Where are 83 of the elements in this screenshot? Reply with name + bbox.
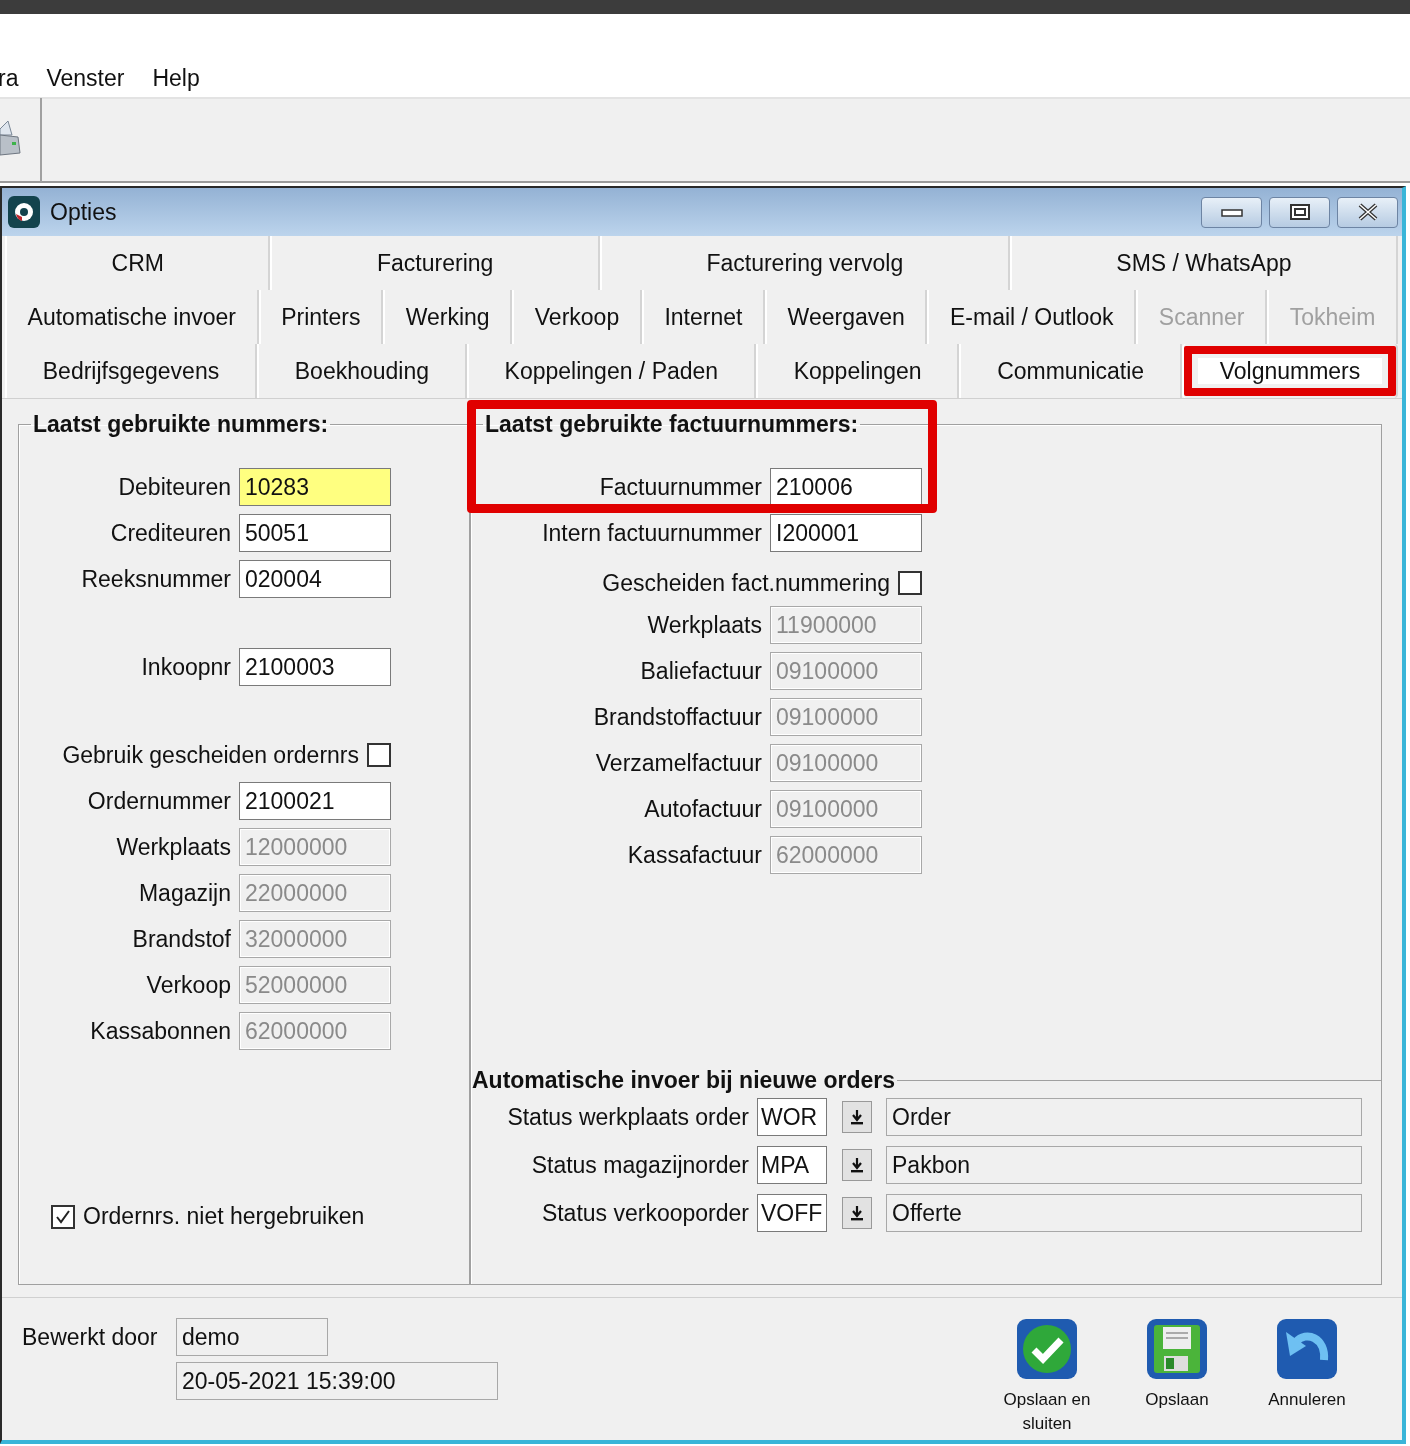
field-label: Status werkplaats order bbox=[506, 1103, 749, 1131]
toolbar-button[interactable]: Annuleren bbox=[1252, 1318, 1362, 1412]
lookup-button[interactable] bbox=[842, 1149, 872, 1181]
menu-item[interactable]: Venster bbox=[46, 63, 125, 93]
tab[interactable]: Werking bbox=[383, 290, 513, 344]
minimize-icon bbox=[1219, 206, 1244, 218]
group-title: Automatische invoer bij nieuwe orders bbox=[471, 1067, 897, 1094]
checkbox[interactable] bbox=[367, 743, 391, 767]
tab[interactable]: Volgnummers bbox=[1181, 344, 1399, 398]
menu-item[interactable]: Help bbox=[152, 63, 200, 93]
tab[interactable]: E-mail / Outlook bbox=[927, 290, 1137, 344]
text-field[interactable]: I200001 bbox=[770, 514, 922, 552]
field-label: Kassabonnen bbox=[90, 1017, 231, 1045]
code-field[interactable]: WOR bbox=[757, 1098, 827, 1136]
checkmark-icon bbox=[1016, 1318, 1078, 1380]
text-field[interactable]: 210006 bbox=[770, 468, 922, 506]
tab[interactable]: SMS / WhatsApp bbox=[1009, 236, 1398, 290]
text-field[interactable]: 2100021 bbox=[239, 782, 391, 820]
arrow-down-icon bbox=[850, 1205, 864, 1221]
field-label: Verzamelfactuur bbox=[595, 749, 762, 777]
text-field[interactable]: 10283 bbox=[239, 468, 391, 506]
field-label: Crediteuren bbox=[110, 519, 231, 547]
field-label: Status magazijnorder bbox=[530, 1151, 749, 1179]
minimize-button[interactable] bbox=[1201, 196, 1262, 228]
tab[interactable]: Automatische invoer bbox=[5, 290, 259, 344]
tab[interactable]: Bedrijfsgegevens bbox=[5, 344, 257, 398]
lookup-button[interactable] bbox=[842, 1197, 872, 1229]
maximize-button[interactable] bbox=[1269, 196, 1330, 228]
close-button[interactable] bbox=[1337, 196, 1398, 228]
tab[interactable]: Facturering vervolg bbox=[599, 236, 1010, 290]
field-label: Intern factuurnummer bbox=[542, 519, 762, 547]
field-label: Autofactuur bbox=[644, 795, 762, 823]
field-label: Inkoopnr bbox=[141, 653, 231, 681]
tab[interactable]: Verkoop bbox=[512, 290, 642, 344]
tab[interactable]: Boekhouding bbox=[257, 344, 467, 398]
tab[interactable]: Printers bbox=[258, 290, 384, 344]
field-label: Debiteuren bbox=[118, 473, 231, 501]
checkbox-label: Gebruik gescheiden ordernrs bbox=[62, 741, 359, 769]
checkbox[interactable] bbox=[51, 1204, 75, 1229]
checkbox-label: Gescheiden fact.nummering bbox=[602, 569, 890, 597]
text-field[interactable]: 50051 bbox=[239, 514, 391, 552]
tab[interactable]: Weergaven bbox=[765, 290, 928, 344]
app-icon bbox=[8, 196, 40, 228]
tab[interactable]: Internet bbox=[641, 290, 765, 344]
description-field[interactable]: Pakbon bbox=[886, 1146, 1362, 1184]
tab[interactable]: Koppelingen bbox=[755, 344, 960, 398]
group-title: Laatst gebruikte factuurnummers: bbox=[484, 411, 860, 438]
toolbar-button[interactable]: Opslaan en sluiten bbox=[992, 1318, 1102, 1436]
field-label: Factuurnummer bbox=[599, 473, 762, 501]
tab[interactable]: Koppelingen / Paden bbox=[466, 344, 756, 398]
description-field[interactable]: Offerte bbox=[886, 1194, 1362, 1232]
lookup-button[interactable] bbox=[842, 1101, 872, 1133]
code-field[interactable]: MPA bbox=[757, 1146, 827, 1184]
field-label: Reeksnummer bbox=[81, 565, 231, 593]
field-label: Magazijn bbox=[138, 879, 231, 907]
field-label: Werkplaats bbox=[116, 833, 231, 861]
user-field[interactable]: demo bbox=[176, 1318, 328, 1356]
text-field[interactable]: 020004 bbox=[239, 560, 391, 598]
field-label: Brandstoffactuur bbox=[593, 703, 762, 731]
description-field[interactable]: Order bbox=[886, 1098, 1362, 1136]
group-title: Laatst gebruikte nummers: bbox=[32, 411, 330, 438]
tab[interactable]: CRM bbox=[5, 236, 271, 290]
arrow-down-icon bbox=[850, 1157, 864, 1173]
arrow-down-icon bbox=[850, 1109, 864, 1125]
window-title: Opties bbox=[50, 198, 117, 226]
field-label: Bewerkt door bbox=[22, 1323, 159, 1351]
menu-item[interactable]: ra bbox=[0, 63, 19, 93]
checkbox-label: Ordernrs. niet hergebruiken bbox=[83, 1203, 365, 1230]
field-label: Baliefactuur bbox=[640, 657, 762, 685]
field-label: Werkplaats bbox=[647, 611, 762, 639]
field-label: Verkoop bbox=[146, 971, 231, 999]
field-label: Kassafactuur bbox=[627, 841, 762, 869]
toolbar-button[interactable]: Opslaan bbox=[1122, 1318, 1232, 1412]
tab[interactable]: Communicatie bbox=[959, 344, 1182, 398]
restore-icon bbox=[1288, 203, 1311, 221]
code-field[interactable]: VOFF bbox=[757, 1194, 827, 1232]
tab[interactable]: Facturering bbox=[270, 236, 600, 290]
field-label: Status verkooporder bbox=[540, 1199, 749, 1227]
timestamp-field[interactable]: 20-05-2021 15:39:00 bbox=[176, 1362, 498, 1400]
text-field[interactable]: 2100003 bbox=[239, 648, 391, 686]
checkbox[interactable] bbox=[898, 571, 922, 595]
field-label: Brandstof bbox=[132, 925, 231, 953]
field-label: Ordernummer bbox=[87, 787, 231, 815]
